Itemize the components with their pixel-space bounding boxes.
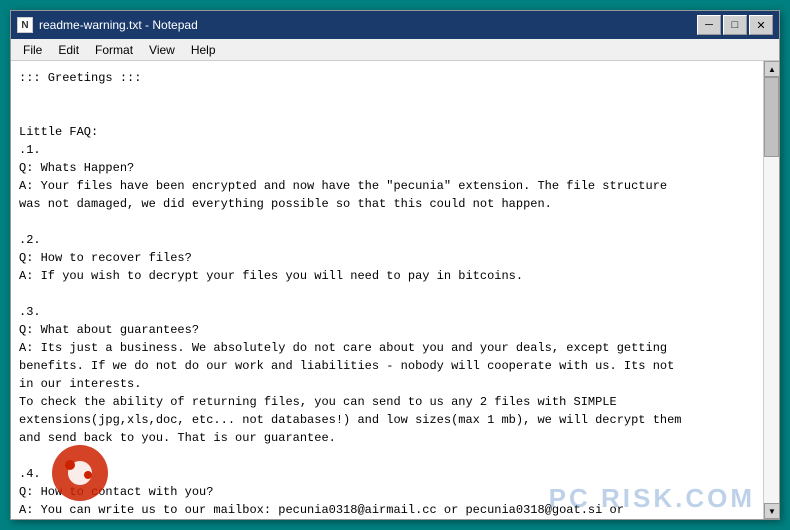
menu-file[interactable]: File <box>15 41 50 59</box>
window-controls: ─ □ ✕ <box>697 15 773 35</box>
menu-bar: File Edit Format View Help <box>11 39 779 61</box>
minimize-button[interactable]: ─ <box>697 15 721 35</box>
text-editor[interactable]: ::: Greetings ::: Little FAQ: .1. Q: Wha… <box>11 61 763 519</box>
notepad-window: N readme-warning.txt - Notepad ─ □ ✕ Fil… <box>10 10 780 520</box>
title-bar: N readme-warning.txt - Notepad ─ □ ✕ <box>11 11 779 39</box>
maximize-button[interactable]: □ <box>723 15 747 35</box>
scroll-thumb[interactable] <box>764 77 779 157</box>
menu-help[interactable]: Help <box>183 41 224 59</box>
scrollbar[interactable]: ▲ ▼ <box>763 61 779 519</box>
menu-format[interactable]: Format <box>87 41 141 59</box>
menu-edit[interactable]: Edit <box>50 41 87 59</box>
menu-view[interactable]: View <box>141 41 183 59</box>
content-area: ::: Greetings ::: Little FAQ: .1. Q: Wha… <box>11 61 779 519</box>
scroll-up-button[interactable]: ▲ <box>764 61 779 77</box>
scroll-down-button[interactable]: ▼ <box>764 503 779 519</box>
close-button[interactable]: ✕ <box>749 15 773 35</box>
window-icon: N <box>17 17 33 33</box>
window-title: readme-warning.txt - Notepad <box>39 18 697 32</box>
scroll-track[interactable] <box>764 77 779 503</box>
